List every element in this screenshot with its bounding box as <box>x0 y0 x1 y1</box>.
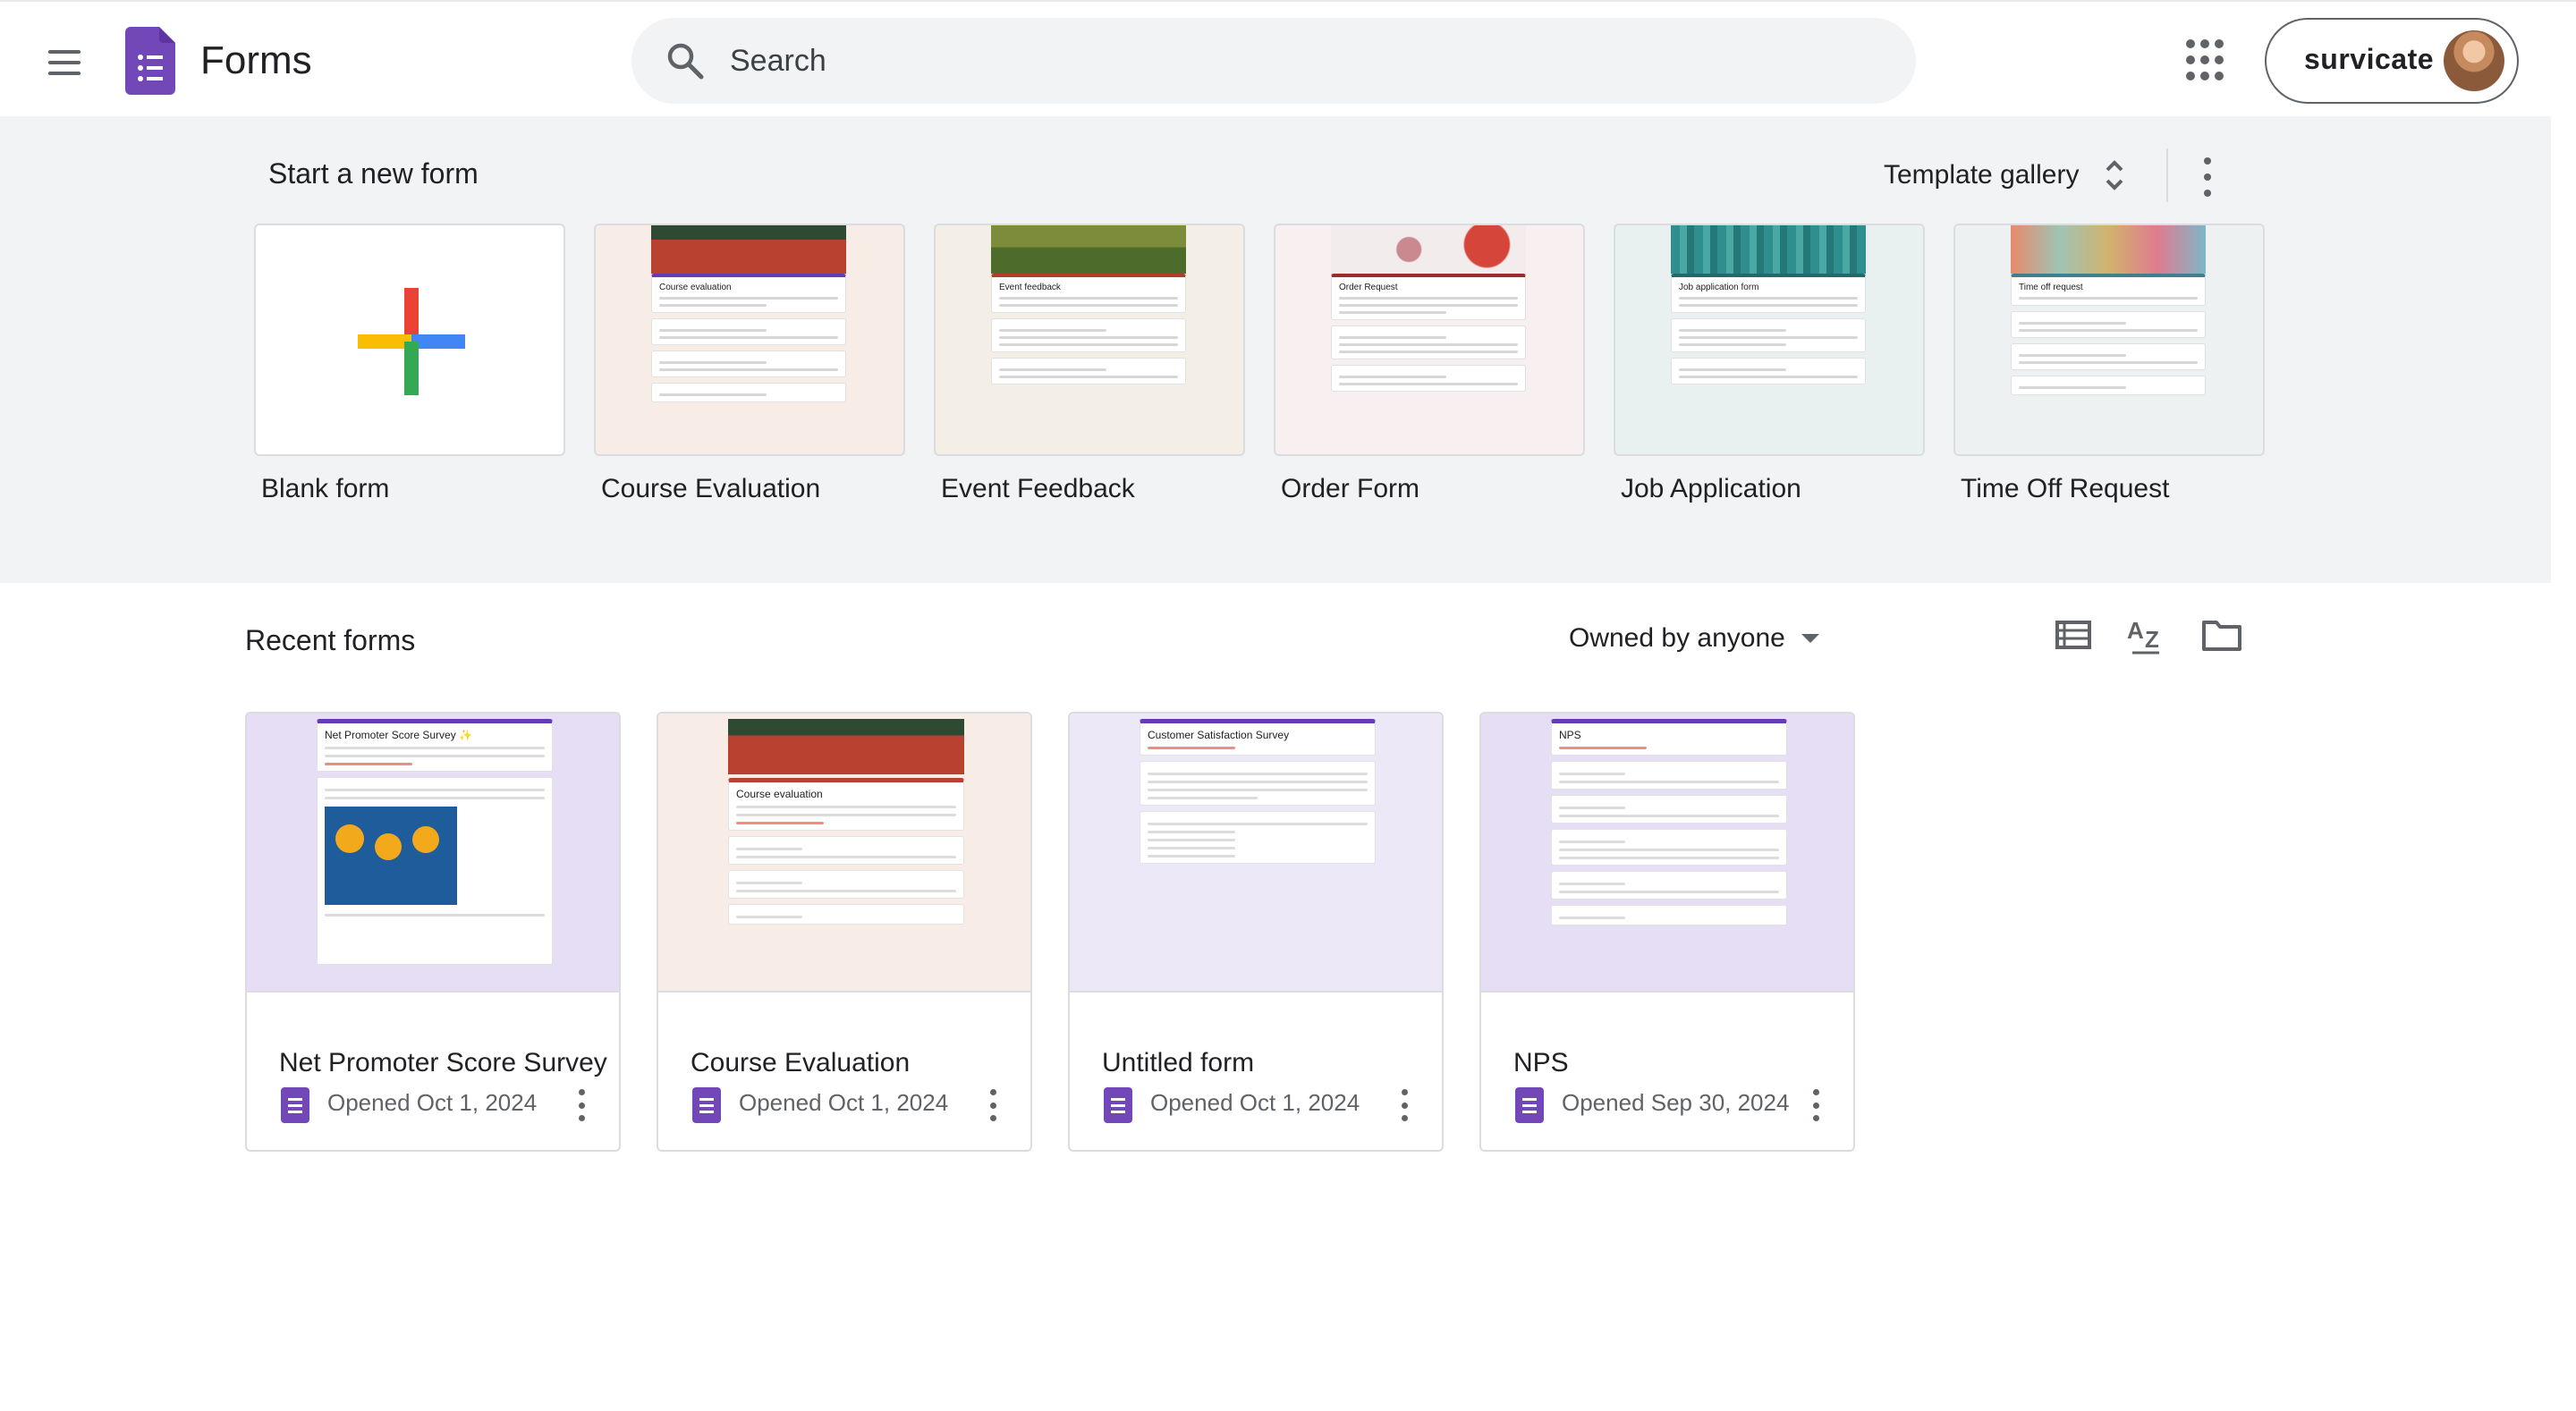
top-app-bar: Forms survicate <box>0 0 2576 116</box>
folder-icon[interactable] <box>2200 613 2243 656</box>
more-vert-icon[interactable] <box>576 1089 587 1121</box>
forms-file-icon <box>1515 1087 1544 1123</box>
opened-date: Opened Oct 1, 2024 <box>327 1089 538 1116</box>
template-time-off-request[interactable]: Time off request Time Off Request <box>1953 224 2265 504</box>
forms-logo-icon[interactable] <box>125 27 175 95</box>
template-event-feedback[interactable]: Event feedback Event Feedback <box>934 224 1245 504</box>
template-order-form[interactable]: Order Request Order Form <box>1274 224 1585 504</box>
opened-date: Opened Oct 1, 2024 <box>1150 1089 1360 1116</box>
form-preview: Customer Satisfaction Survey <box>1070 714 1442 993</box>
sort-az-icon[interactable]: A Z <box>2125 613 2168 656</box>
template-gallery-toggle[interactable]: Template gallery <box>1884 150 2125 200</box>
form-preview: Net Promoter Score Survey ✨ <box>247 714 619 993</box>
template-gallery-label: Template gallery <box>1884 160 2080 190</box>
form-name: NPS <box>1513 1048 1569 1077</box>
form-preview: NPS <box>1481 714 1853 993</box>
search-input[interactable] <box>730 18 1875 104</box>
unfold-icon <box>2106 160 2123 190</box>
account-name: survicate <box>2304 43 2435 75</box>
search-bar[interactable] <box>631 18 1916 104</box>
template-thumbnail <box>254 224 565 456</box>
template-thumbnail: Event feedback <box>934 224 1245 456</box>
more-vert-icon[interactable] <box>2202 157 2213 197</box>
apps-grid-icon[interactable] <box>2186 39 2229 82</box>
forms-file-icon <box>281 1087 309 1123</box>
owner-filter-label: Owned by anyone <box>1569 623 1785 653</box>
template-label: Time Off Request <box>1961 474 2170 503</box>
form-name: Course Evaluation <box>691 1048 911 1077</box>
template-label: Course Evaluation <box>601 474 821 503</box>
caret-down-icon <box>1801 634 1819 643</box>
more-vert-icon[interactable] <box>1399 1089 1410 1121</box>
main-menu-button[interactable] <box>39 38 89 88</box>
start-section-title: Start a new form <box>268 157 479 190</box>
template-thumbnail: Order Request <box>1274 224 1585 456</box>
template-thumbnail: Course evaluation <box>594 224 905 456</box>
template-label: Order Form <box>1281 474 1420 503</box>
template-blank-form[interactable]: Blank form <box>254 224 565 504</box>
recent-form-card[interactable]: NPS NPS Opened Sep 30, 2024 <box>1479 712 1855 1152</box>
form-name: Untitled form <box>1102 1048 1255 1077</box>
recent-forms-title: Recent forms <box>245 624 416 656</box>
svg-text:Z: Z <box>2145 626 2159 653</box>
template-thumbnail: Job application form <box>1614 224 1925 456</box>
more-vert-icon[interactable] <box>987 1089 998 1121</box>
svg-text:A: A <box>2127 617 2144 644</box>
recent-form-card[interactable]: Customer Satisfaction Survey Untitled fo… <box>1068 712 1444 1152</box>
template-label: Event Feedback <box>941 474 1135 503</box>
divider <box>2166 148 2168 202</box>
recent-form-card[interactable]: Course evaluation Course Evaluation Open… <box>657 712 1032 1152</box>
forms-file-icon <box>692 1087 721 1123</box>
template-thumbnail: Time off request <box>1953 224 2265 456</box>
opened-date: Opened Sep 30, 2024 <box>1562 1089 1790 1116</box>
app-title[interactable]: Forms <box>200 38 312 84</box>
form-name: Net Promoter Score Survey <box>279 1048 607 1077</box>
recent-form-card[interactable]: Net Promoter Score Survey ✨ Net Promoter… <box>245 712 621 1152</box>
plus-icon <box>358 288 465 395</box>
avatar <box>2444 30 2504 91</box>
template-job-application[interactable]: Job application form Job Application <box>1614 224 1925 504</box>
forms-file-icon <box>1104 1087 1132 1123</box>
start-new-form-section: Start a new form Template gallery Blank … <box>0 116 2551 583</box>
more-vert-icon[interactable] <box>1810 1089 1821 1121</box>
template-label: Job Application <box>1621 474 1801 503</box>
template-course-evaluation[interactable]: Course evaluation Course Evaluation <box>594 224 905 504</box>
template-label: Blank form <box>261 474 390 503</box>
account-switcher[interactable]: survicate <box>2265 18 2519 104</box>
list-view-icon[interactable] <box>2052 613 2095 656</box>
owner-filter-dropdown[interactable]: Owned by anyone <box>1569 617 1819 660</box>
form-preview: Course evaluation <box>658 714 1030 993</box>
search-icon[interactable] <box>665 41 705 80</box>
opened-date: Opened Oct 1, 2024 <box>739 1089 949 1116</box>
menu-icon <box>48 50 80 54</box>
